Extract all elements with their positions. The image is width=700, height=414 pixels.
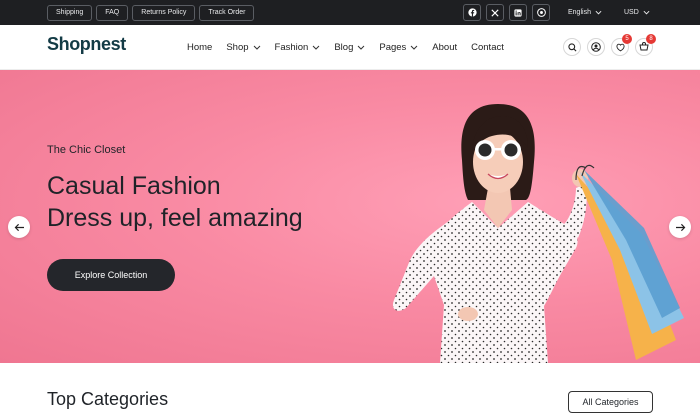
currency-label: USD (624, 9, 639, 16)
hero-title-line-1: Casual Fashion (47, 172, 221, 200)
nav-label: Blog (334, 42, 354, 53)
nav-shop[interactable]: Shop (226, 42, 260, 53)
chevron-down-icon (410, 45, 418, 50)
social-links (463, 4, 550, 21)
site-header: Shopnest Home Shop Fashion Blog Pages Ab… (0, 25, 700, 70)
arrow-left-icon (14, 223, 24, 231)
nav-about[interactable]: About (432, 42, 457, 53)
search-button[interactable] (563, 38, 581, 56)
explore-collection-button[interactable]: Explore Collection (47, 259, 175, 291)
chevron-down-icon (595, 10, 602, 15)
nav-home[interactable]: Home (187, 42, 212, 53)
top-links: Shipping FAQ Returns Policy Track Order (47, 5, 255, 21)
hero-title: Casual Fashion Dress up, feel amazing (47, 170, 303, 234)
user-icon (591, 42, 601, 52)
nav-label: Contact (471, 42, 504, 53)
nav-label: Fashion (274, 42, 309, 53)
chevron-down-icon (253, 45, 260, 50)
language-label: English (568, 9, 591, 16)
shipping-link[interactable]: Shipping (47, 5, 93, 21)
faq-link[interactable]: FAQ (96, 5, 129, 21)
main-nav: Home Shop Fashion Blog Pages About Conta… (187, 25, 504, 70)
logo[interactable]: Shopnest (47, 34, 126, 55)
wishlist-count-badge: 5 (622, 34, 632, 44)
top-categories-heading: Top Categories (47, 389, 169, 409)
heart-icon (615, 43, 625, 51)
nav-label: Home (187, 42, 213, 53)
chevron-down-icon (312, 45, 320, 50)
hero-eyebrow: The Chic Closet (47, 144, 126, 156)
nav-blog[interactable]: Blog (334, 42, 365, 53)
nav-fashion[interactable]: Fashion (275, 42, 321, 53)
nav-label: Pages (379, 42, 407, 53)
linkedin-icon[interactable] (509, 4, 527, 21)
returns-policy-link[interactable]: Returns Policy (132, 5, 196, 21)
nav-pages[interactable]: Pages (379, 42, 418, 53)
facebook-icon[interactable] (463, 4, 481, 21)
search-icon (567, 42, 576, 51)
hero-next-arrow[interactable] (669, 216, 691, 238)
hero-model-image (392, 104, 684, 363)
nav-contact[interactable]: Contact (471, 42, 504, 53)
all-categories-button[interactable]: All Categories (568, 391, 653, 413)
nav-label: About (432, 42, 458, 53)
whatsapp-icon[interactable] (532, 4, 550, 21)
chevron-down-icon (358, 45, 365, 50)
cart-icon (639, 42, 649, 51)
currency-selector[interactable]: USD (624, 0, 650, 25)
arrow-right-icon (675, 223, 685, 231)
hero-prev-arrow[interactable] (8, 216, 30, 238)
x-icon[interactable] (486, 4, 504, 21)
top-bar: Shipping FAQ Returns Policy Track Order … (0, 0, 700, 25)
hero-title-line-2: Dress up, feel amazing (47, 204, 303, 232)
wishlist-button[interactable]: 5 (611, 34, 632, 56)
chevron-down-icon (643, 10, 650, 15)
language-selector[interactable]: English (568, 0, 602, 25)
hero-banner: The Chic Closet Casual Fashion Dress up,… (0, 70, 700, 363)
cart-button[interactable]: 8 (635, 34, 656, 56)
track-order-link[interactable]: Track Order (199, 5, 255, 21)
account-button[interactable] (587, 38, 605, 56)
cart-count-badge: 8 (646, 34, 656, 44)
nav-label: Shop (226, 42, 249, 53)
